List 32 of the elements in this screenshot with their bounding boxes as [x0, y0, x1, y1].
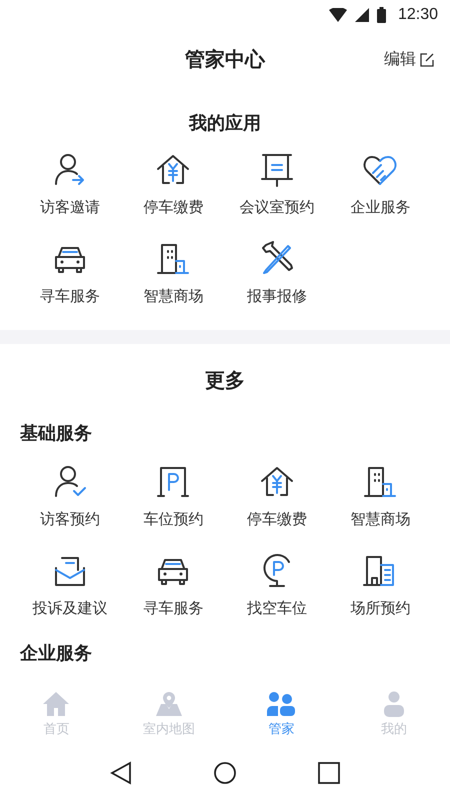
home-button-icon[interactable]: [212, 761, 237, 785]
app-button[interactable]: 会议室预约: [225, 151, 328, 220]
back-icon[interactable]: [110, 761, 132, 785]
app-button[interactable]: 企业服务: [328, 151, 432, 220]
service-button[interactable]: 找空车位: [225, 552, 328, 620]
service-button[interactable]: 寻车服务: [122, 552, 225, 620]
home-icon: [42, 691, 70, 718]
signal-icon: [354, 8, 369, 22]
group-title: 基础服务: [20, 423, 92, 443]
edit-icon: [420, 53, 434, 67]
status-time: 12:30: [398, 5, 438, 25]
section-title: 我的应用: [189, 113, 261, 133]
service-button[interactable]: 停车缴费: [225, 463, 328, 532]
app-button[interactable]: 寻车服务: [18, 240, 122, 308]
service-button[interactable]: 车位预约: [122, 463, 225, 532]
wifi-icon: [328, 8, 347, 22]
service-button[interactable]: 智慧商场: [328, 463, 432, 532]
app-button[interactable]: 访客邀请: [18, 151, 122, 220]
edit-button[interactable]: 编辑: [384, 48, 434, 72]
map-pin-icon: [154, 691, 183, 718]
section-title: 更多: [205, 370, 245, 392]
group-title: 企业服务: [20, 643, 92, 663]
app-button[interactable]: 智慧商场: [122, 240, 225, 308]
app-button[interactable]: 报事报修: [225, 240, 328, 308]
recents-icon[interactable]: [318, 762, 340, 784]
page-title: 管家中心: [185, 48, 265, 73]
battery-icon: [376, 7, 386, 23]
app-button[interactable]: 停车缴费: [122, 151, 225, 220]
service-button[interactable]: 投诉及建议: [18, 552, 122, 620]
service-button[interactable]: 访客预约: [18, 463, 122, 532]
people-icon: [266, 691, 296, 718]
service-button[interactable]: 场所预约: [328, 552, 432, 620]
